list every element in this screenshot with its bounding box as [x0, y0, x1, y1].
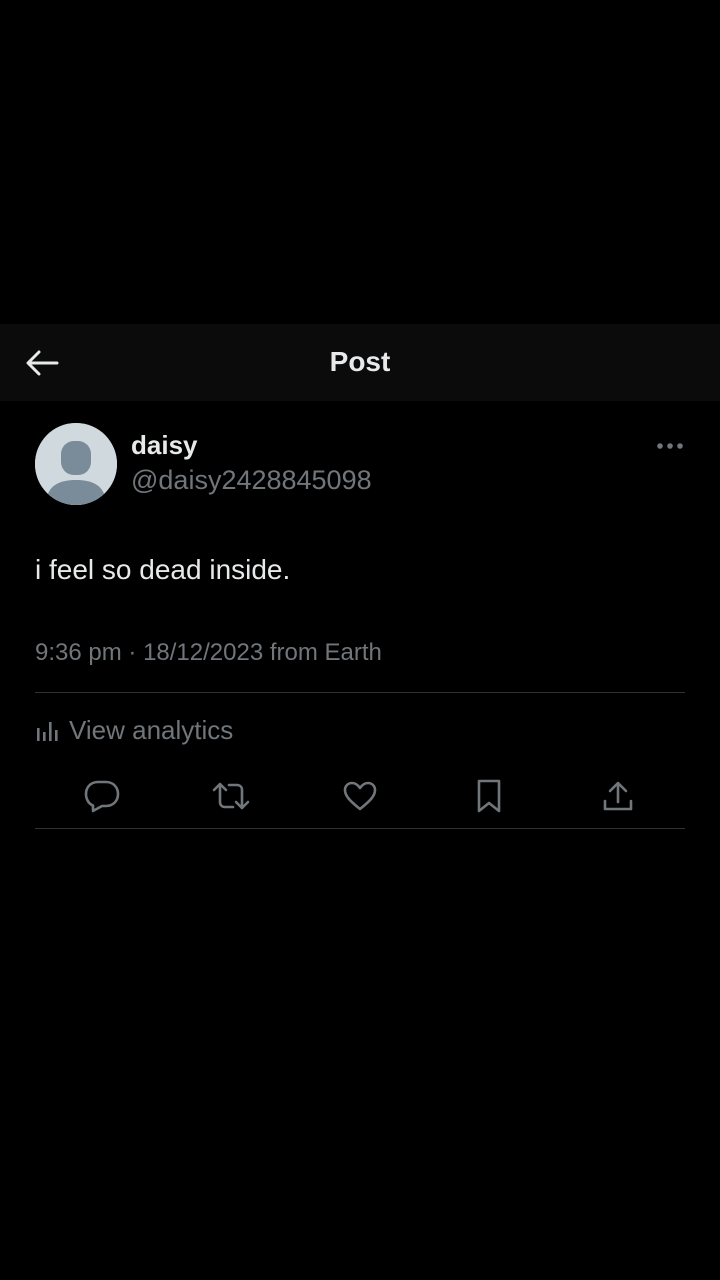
post-metadata: 9:36 pm · 18/12/2023 from Earth [35, 639, 382, 667]
like-button[interactable] [338, 776, 382, 816]
author-display-name[interactable]: daisy [131, 430, 198, 461]
page-title: Post [329, 346, 391, 377]
share-icon [601, 779, 635, 813]
avatar[interactable] [35, 423, 117, 505]
post-date: 18/12/2023 [143, 639, 264, 666]
post-source: from Earth [269, 639, 382, 666]
view-analytics-label: View analytics [69, 714, 234, 745]
view-analytics-link[interactable]: View analytics [35, 713, 233, 747]
repost-icon [211, 780, 251, 812]
divider [35, 692, 685, 693]
share-button[interactable] [596, 776, 640, 816]
bar-chart-icon [35, 718, 59, 742]
post-text: i feel so dead inside. [35, 554, 291, 585]
repost-button[interactable] [209, 776, 253, 816]
reply-icon [84, 779, 120, 813]
heart-icon [342, 780, 378, 812]
more-horizontal-icon [656, 442, 684, 450]
default-avatar-icon [35, 423, 117, 505]
meta-separator: · [128, 639, 137, 666]
more-options-button[interactable] [650, 434, 690, 458]
top-app-bar: Post [0, 324, 720, 401]
bookmark-icon [474, 778, 504, 814]
author-handle[interactable]: @daisy2428845098 [131, 465, 372, 496]
bookmark-button[interactable] [467, 776, 511, 816]
post-time: 9:36 pm [35, 639, 122, 666]
reply-button[interactable] [80, 776, 124, 816]
divider [35, 828, 685, 829]
